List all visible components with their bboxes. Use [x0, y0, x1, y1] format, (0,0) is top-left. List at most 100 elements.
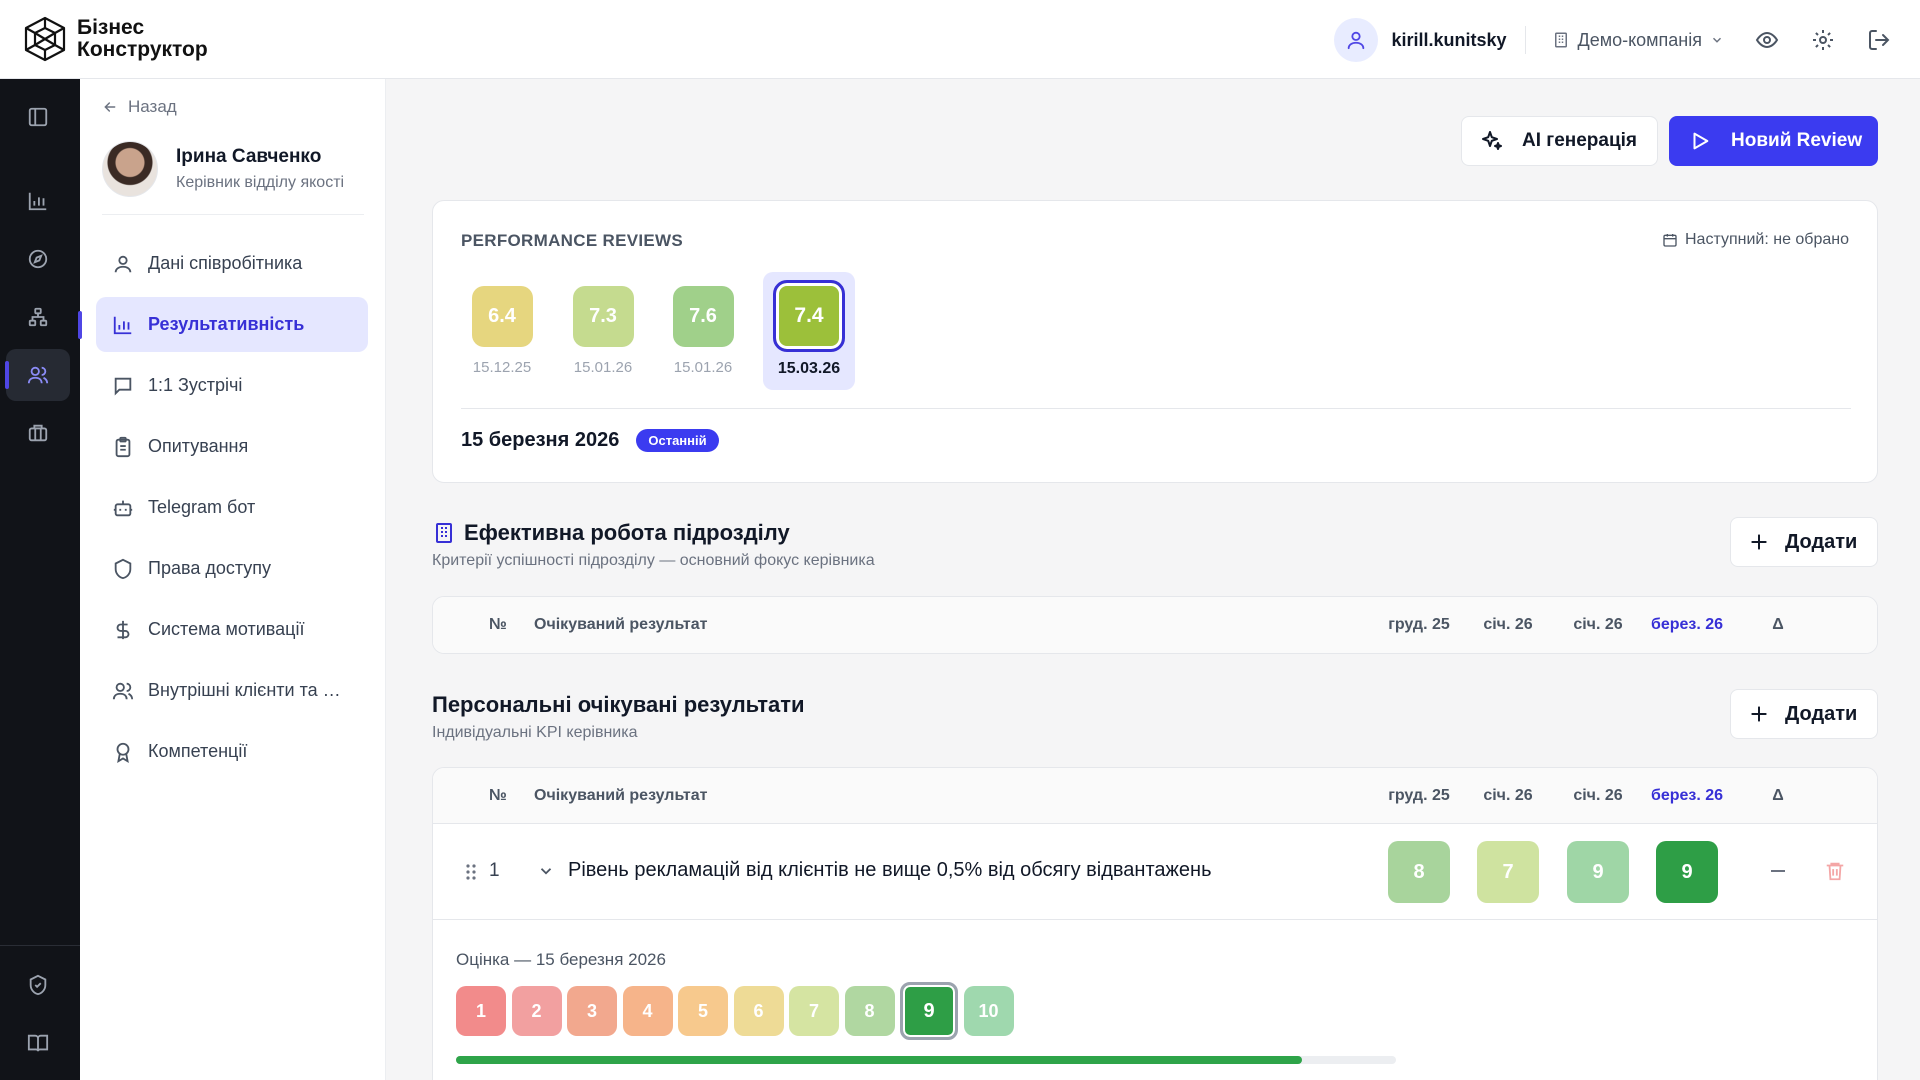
review-score: 7.6	[672, 286, 734, 347]
company-name: Демо-компанія	[1577, 29, 1703, 50]
review-item[interactable]: 6.4 15.12.25	[461, 272, 543, 390]
next-review-label: Наступний: не обрано	[1685, 231, 1849, 248]
table-row[interactable]: 1 Рівень рекламацій від клієнтів не вище…	[433, 824, 1877, 920]
new-review-button[interactable]: Новий Review	[1669, 116, 1878, 166]
preview-button[interactable]	[1754, 27, 1780, 53]
plus-icon	[1751, 534, 1767, 550]
rail-toggle-sidebar[interactable]	[6, 91, 70, 143]
add-personal-kpi-button[interactable]: Додати	[1730, 689, 1878, 739]
col-period: січ. 26	[1483, 616, 1533, 633]
org-chart-icon	[28, 307, 48, 327]
add-unit-kpi-button[interactable]: Додати	[1730, 517, 1878, 567]
ai-generation-button[interactable]: AI генерація	[1461, 116, 1658, 166]
col-period-current: берез. 26	[1650, 616, 1724, 633]
logout-icon	[1869, 30, 1890, 50]
rating-option[interactable]: 10	[963, 986, 1014, 1036]
nav-label: Внутрішні клієнти та партнери	[148, 680, 348, 700]
score-cell[interactable]: 9	[1567, 841, 1629, 903]
nav-item-surveys[interactable]: Опитування	[96, 419, 368, 474]
header-actions: kirill.kunitsky Демо-компанія	[1334, 17, 1892, 63]
rating-option[interactable]: 3	[567, 986, 617, 1036]
row-index: 1	[489, 860, 500, 881]
col-period: січ. 26	[1573, 616, 1623, 633]
review-item-selected[interactable]: 7.4 15.03.26	[763, 272, 855, 390]
nav-item-access-rights[interactable]: Права доступу	[96, 541, 368, 596]
logout-button[interactable]	[1866, 27, 1892, 53]
bar-chart-icon	[113, 316, 132, 334]
personal-section-title: Персональні очікувані результати	[432, 692, 805, 717]
chevron-down-icon[interactable]	[537, 862, 555, 880]
nav-item-motivation[interactable]: Система мотивації	[96, 602, 368, 657]
arrow-left-icon	[104, 102, 116, 112]
sidebar-divider	[102, 214, 364, 215]
nav-item-telegram-bot[interactable]: Telegram бот	[96, 480, 368, 535]
delta-dash	[1771, 870, 1785, 872]
employee-name-block: Ірина Савченко Керівник відділу якості	[176, 146, 360, 192]
nav-item-employee-data[interactable]: Дані співробітника	[96, 236, 368, 291]
users-icon	[112, 682, 134, 699]
rating-option[interactable]: 8	[844, 986, 895, 1036]
rail-org-structure[interactable]	[6, 291, 70, 343]
sparkles-icon	[1482, 131, 1502, 150]
col-expected: Очікуваний результат	[534, 787, 708, 804]
performance-reviews-title: PERFORMANCE REVIEWS	[461, 231, 683, 250]
rating-scale: 1 2 3 4 5 6 7 8 9 10	[456, 982, 1019, 1040]
rating-option[interactable]: 4	[622, 986, 673, 1036]
review-score: 7.3	[572, 286, 634, 347]
nav-item-competencies[interactable]: Компетенції	[96, 724, 368, 779]
username[interactable]: kirill.kunitsky	[1391, 30, 1506, 51]
user-avatar[interactable]	[1334, 18, 1379, 62]
brand-logo[interactable]: Бізнес Конструктор	[22, 16, 208, 62]
rail-analytics[interactable]	[6, 175, 70, 227]
drag-handle-icon[interactable]	[465, 863, 477, 881]
rail-docs[interactable]	[6, 1017, 70, 1069]
employee-avatar	[102, 141, 158, 197]
rating-option[interactable]: 5	[678, 986, 728, 1036]
nav-label: Опитування	[148, 436, 249, 456]
review-date: 15.03.26	[777, 360, 841, 377]
rating-option[interactable]: 2	[511, 986, 562, 1036]
col-period: січ. 26	[1483, 787, 1533, 804]
back-link[interactable]: Назад	[102, 97, 177, 117]
review-item[interactable]: 7.6 15.01.26	[662, 272, 744, 390]
employee-sidebar: Назад Ірина Савченко Керівник відділу як…	[78, 79, 386, 1080]
col-num: №	[489, 616, 507, 633]
nav-item-internal-clients[interactable]: Внутрішні клієнти та партнери	[96, 663, 368, 718]
review-date: 15.01.26	[673, 359, 733, 376]
current-review: 15 березня 2026 Останній	[461, 429, 719, 452]
table-header: № Очікуваний результат груд. 25 січ. 26 …	[433, 768, 1877, 824]
nav-item-performance[interactable]: Результативність	[78, 297, 368, 352]
settings-button[interactable]	[1810, 27, 1836, 53]
rating-option[interactable]: 1	[456, 986, 506, 1036]
rating-option[interactable]: 7	[789, 986, 839, 1036]
company-selector[interactable]: Демо-компанія	[1552, 30, 1725, 51]
score-cell[interactable]: 8	[1388, 841, 1450, 903]
top-header: Бізнес Конструктор kirill.kunitsky Демо-…	[0, 0, 1920, 79]
review-item[interactable]: 7.3 15.01.26	[562, 272, 644, 390]
performance-reviews-card: PERFORMANCE REVIEWS Наступний: не обрано…	[432, 200, 1878, 483]
rail-briefcase[interactable]	[6, 407, 70, 459]
shield-check-icon	[29, 974, 47, 996]
col-delta: Δ	[1772, 616, 1784, 633]
rating-option[interactable]: 6	[733, 986, 784, 1036]
add-label: Додати	[1785, 702, 1858, 725]
nav-item-meetings[interactable]: 1:1 Зустрічі	[96, 358, 368, 413]
rail-employees[interactable]	[5, 349, 70, 401]
table-header: № Очікуваний результат груд. 25 січ. 26 …	[433, 597, 1877, 653]
evaluation-panel: Оцінка — 15 березня 2026 1 2 3 4 5 6 7 8 9 10	[433, 920, 1877, 1080]
score-cell[interactable]: 7	[1477, 841, 1539, 903]
trash-icon[interactable]	[1824, 860, 1846, 882]
add-label: Додати	[1785, 530, 1858, 553]
employee-nav: Дані співробітника Результативність 1:1 …	[78, 236, 368, 785]
calendar-icon	[1663, 234, 1677, 247]
rail-compass[interactable]	[6, 233, 70, 285]
rail-security[interactable]	[6, 959, 70, 1011]
nav-label: Система мотивації	[148, 619, 305, 639]
score-cell-current[interactable]: 9	[1656, 841, 1718, 903]
latest-badge: Останній	[636, 429, 719, 452]
nav-label: Результативність	[148, 314, 305, 334]
sidebar-toggle-icon	[28, 107, 48, 127]
unit-section-title: Ефективна робота підрозділу	[432, 520, 790, 546]
rating-option-selected[interactable]: 9	[900, 982, 958, 1040]
bar-chart-icon	[28, 192, 47, 211]
